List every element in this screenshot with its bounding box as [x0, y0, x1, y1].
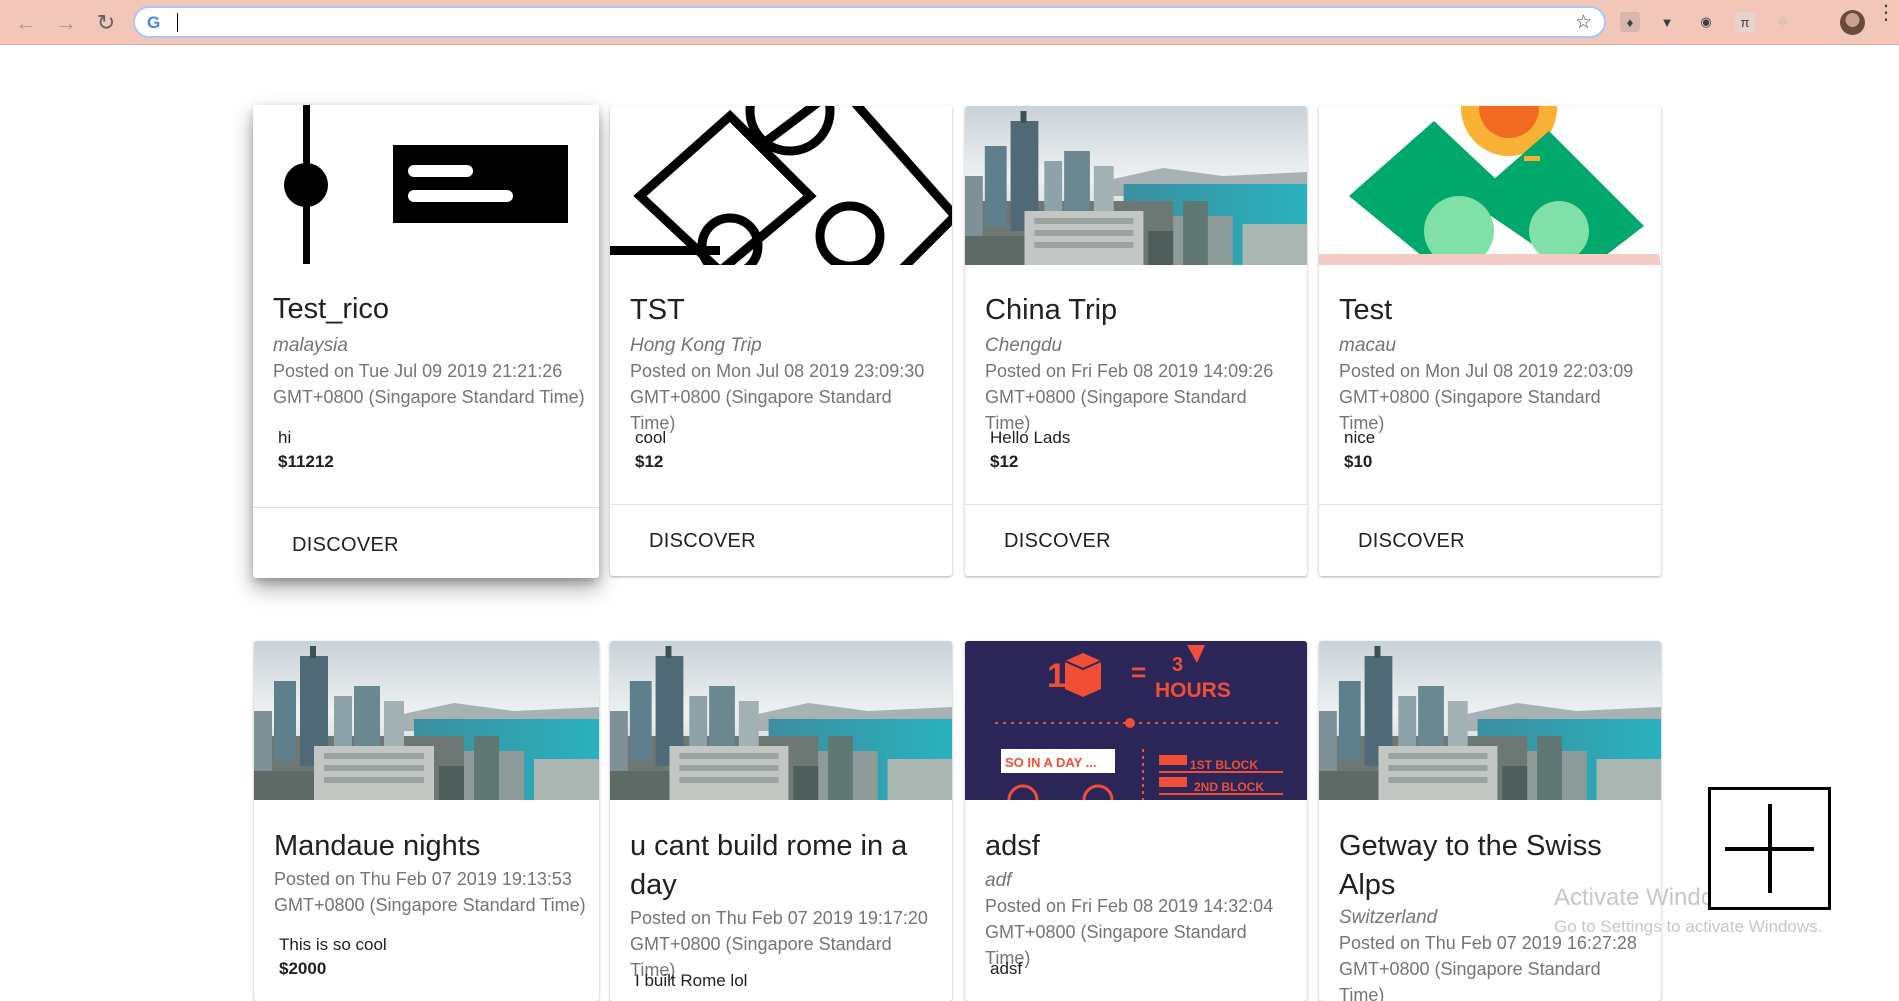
discover-button[interactable]: DISCOVER: [639, 526, 766, 557]
card-subtitle: malaysia: [273, 335, 348, 356]
card-title: Test_rico: [273, 293, 390, 325]
address-input[interactable]: [181, 10, 1545, 36]
money-outline-illustration: [610, 106, 952, 265]
trip-card: Test macau Posted on Mon Jul 08 2019 22:…: [1319, 106, 1661, 576]
card-subtitle: Chengdu: [985, 335, 1063, 356]
card-posted-date: Posted on Fri Feb 08 2019 14:09:26 GMT+0…: [985, 361, 1274, 433]
trip-card: Mandaue nights Posted on Thu Feb 07 2019…: [254, 641, 599, 1001]
address-bar[interactable]: G ☆: [133, 6, 1606, 38]
infographic-so-in-a-day: SO IN A DAY ...: [1005, 755, 1097, 770]
discover-button[interactable]: DISCOVER: [1348, 526, 1475, 557]
card-image: [254, 641, 599, 800]
card-posted-date: Posted on Mon Jul 08 2019 22:03:09 GMT+0…: [1339, 361, 1634, 433]
card-subtitle: macau: [1339, 335, 1397, 356]
discover-button[interactable]: DISCOVER: [282, 530, 409, 561]
menu-dots-icon[interactable]: ⋮: [1876, 3, 1896, 23]
trip-card: 1 = 3 HOURS SO IN A DAY ... 1ST BLOCK 2N…: [965, 641, 1307, 1001]
camera-icon[interactable]: ◉: [1696, 12, 1716, 32]
trip-card: TST Hong Kong Trip Posted on Mon Jul 08 …: [610, 106, 952, 576]
text-cursor: [177, 13, 178, 32]
card-title: TST: [630, 294, 685, 326]
activate-windows-hint: Go to Settings to activate Windows.: [1554, 917, 1823, 936]
card-posted-date: Posted on Tue Jul 09 2019 21:21:26 GMT+0…: [273, 361, 585, 407]
card-posted-date: Posted on Fri Feb 08 2019 14:32:04 GMT+0…: [985, 896, 1274, 968]
city-harbour-photo: [965, 106, 1307, 265]
card-posted-date: Posted on Mon Jul 08 2019 23:09:30 GMT+0…: [630, 361, 925, 433]
card-title: Mandaue nights: [274, 830, 481, 862]
card-subtitle: Switzerland: [1339, 907, 1438, 928]
infographic-equals: =: [1131, 657, 1146, 687]
card-subtitle: adf: [985, 870, 1012, 891]
card-title: China Trip: [985, 294, 1118, 326]
trip-card: Test_rico malaysia Posted on Tue Jul 09 …: [253, 105, 599, 578]
trip-card: u cant build rome in a day Posted on Thu…: [610, 641, 952, 1001]
card-description: Hello Lads: [990, 428, 1071, 447]
card-title: Test: [1339, 294, 1393, 326]
infographic-hours: HOURS: [1155, 679, 1231, 702]
react-icon[interactable]: ⚛: [1773, 12, 1793, 32]
card-description: cool: [635, 428, 667, 447]
reload-button[interactable]: ↻: [92, 9, 120, 37]
plus-icon-vertical: [1768, 804, 1772, 893]
card-image: [965, 106, 1307, 265]
card-price: $12: [635, 452, 664, 471]
card-image: [1319, 106, 1661, 265]
card-price: $10: [1344, 452, 1373, 471]
browser-toolbar: ← → ↻ G ☆ ♦ ▼ ◉ π ⚛ ⋮: [0, 0, 1899, 45]
card-description: This is so cool: [279, 935, 387, 954]
slider-card-illustration: [253, 105, 599, 264]
back-button[interactable]: ←: [12, 9, 40, 37]
card-image: [253, 105, 599, 264]
card-divider: [1319, 504, 1661, 505]
profile-avatar[interactable]: [1840, 10, 1865, 35]
card-description: I built Rome lol: [635, 971, 748, 990]
tex-icon[interactable]: π: [1735, 12, 1755, 32]
card-divider: [965, 504, 1307, 505]
infographic-1st-block: 1ST BLOCK: [1190, 758, 1258, 772]
card-price: $11212: [278, 452, 334, 471]
infographic-three: 3: [1172, 654, 1183, 676]
infographic-number-one: 1: [1047, 657, 1066, 695]
add-trip-button[interactable]: [1708, 787, 1831, 910]
arrow-left-icon: ←: [15, 10, 37, 35]
money-color-illustration: [1319, 106, 1661, 265]
card-title: u cant build rome in a day: [630, 830, 908, 901]
discover-button[interactable]: DISCOVER: [994, 526, 1121, 557]
trip-card: Getway to the Swiss Alps Switzerland Pos…: [1319, 641, 1661, 1001]
card-posted-date: Posted on Thu Feb 07 2019 19:13:53 GMT+0…: [274, 869, 586, 915]
card-title: adsf: [985, 830, 1040, 862]
card-image: [610, 641, 952, 800]
card-price: $12: [990, 452, 1019, 471]
card-subtitle: Hong Kong Trip: [630, 335, 762, 356]
google-icon: G: [147, 13, 161, 32]
city-harbour-photo: [1319, 641, 1661, 800]
pocket-icon[interactable]: ▼: [1657, 12, 1677, 32]
card-divider: [610, 504, 952, 505]
hours-infographic: 1 = 3 HOURS SO IN A DAY ... 1ST BLOCK 2N…: [965, 641, 1307, 800]
city-harbour-photo: [610, 641, 952, 800]
card-divider: [253, 507, 599, 508]
reload-icon: ↻: [96, 10, 116, 35]
bookmark-star-icon[interactable]: ☆: [1575, 11, 1592, 34]
card-image: [1319, 641, 1661, 800]
extension-a-icon[interactable]: ♦: [1620, 12, 1640, 32]
card-image: 1 = 3 HOURS SO IN A DAY ... 1ST BLOCK 2N…: [965, 641, 1307, 800]
forward-button[interactable]: →: [52, 9, 80, 37]
card-image: [610, 106, 952, 265]
card-price: $2000: [279, 959, 327, 978]
card-description: hi: [278, 428, 292, 447]
card-posted-date: Posted on Thu Feb 07 2019 16:27:28 GMT+0…: [1339, 933, 1637, 1001]
city-harbour-photo: [254, 641, 599, 800]
trip-card: China Trip Chengdu Posted on Fri Feb 08 …: [965, 106, 1307, 576]
arrow-right-icon: →: [55, 10, 77, 35]
card-description: nice: [1344, 428, 1376, 447]
infographic-2nd-block: 2ND BLOCK: [1194, 780, 1264, 794]
card-description: adsf: [990, 959, 1023, 978]
